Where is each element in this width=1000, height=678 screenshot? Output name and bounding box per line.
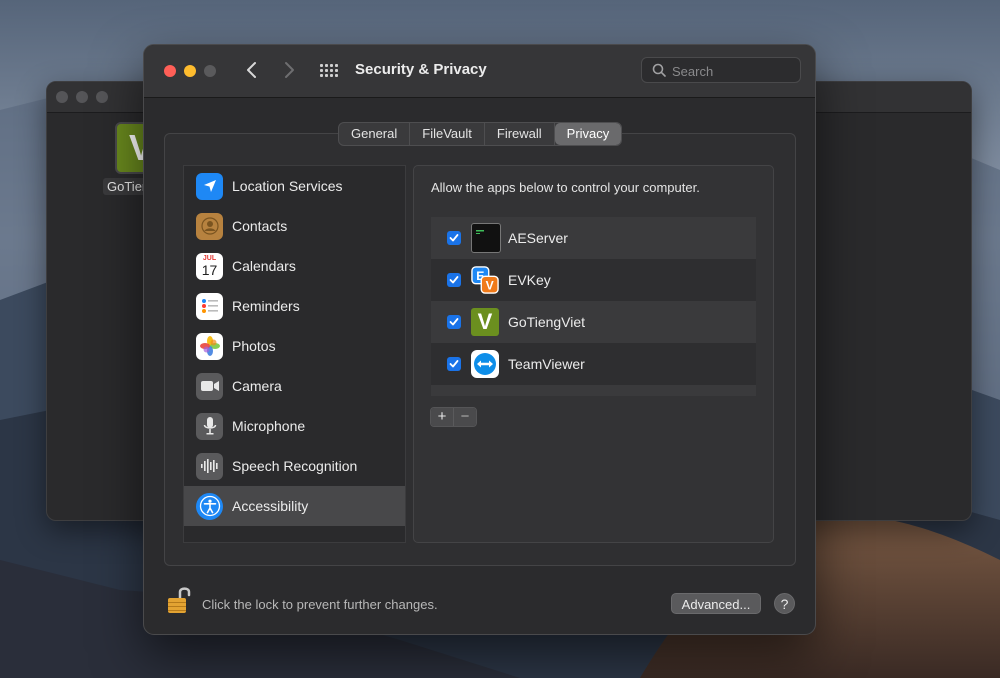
app-checkbox[interactable] <box>447 357 461 371</box>
background-zoom-dot[interactable] <box>96 91 108 103</box>
advanced-button[interactable]: Advanced... <box>671 593 761 614</box>
app-name: AEServer <box>508 230 568 246</box>
checkmark-icon <box>449 276 459 284</box>
tab-general[interactable]: General <box>339 123 411 145</box>
calendar-icon-day: 17 <box>201 261 218 278</box>
unlocked-lock-icon[interactable] <box>167 584 191 616</box>
lock-hint-text: Click the lock to prevent further change… <box>202 597 438 612</box>
waveform-icon <box>196 452 223 480</box>
add-remove-buttons: + − <box>430 407 477 427</box>
app-checkbox[interactable] <box>447 315 461 329</box>
reminders-icon <box>196 292 223 320</box>
gotiengviet-icon: V <box>471 308 499 336</box>
photos-icon <box>196 332 223 360</box>
accessibility-icon <box>196 492 223 520</box>
add-button[interactable]: + <box>431 408 453 426</box>
sidebar-item-accessibility[interactable]: Accessibility <box>184 486 405 526</box>
sidebar-item-label: Contacts <box>232 218 288 234</box>
panel-description: Allow the apps below to control your com… <box>431 180 700 195</box>
sidebar-item-location-services[interactable]: Location Services <box>184 166 405 206</box>
calendar-icon: JUL 17 <box>196 252 223 280</box>
sidebar-item-calendars[interactable]: JUL 17 Calendars <box>184 246 405 286</box>
back-button[interactable] <box>241 59 263 83</box>
forward-button[interactable] <box>278 59 300 83</box>
accessibility-panel: Allow the apps below to control your com… <box>413 165 774 543</box>
sidebar-item-camera[interactable]: Camera <box>184 366 405 406</box>
checkmark-icon <box>449 360 459 368</box>
tab-filevault[interactable]: FileVault <box>410 123 485 145</box>
sidebar-item-label: Camera <box>232 378 282 394</box>
sidebar-item-speech-recognition[interactable]: Speech Recognition <box>184 446 405 486</box>
app-checkbox[interactable] <box>447 231 461 245</box>
chevron-left-icon <box>247 62 256 78</box>
checkmark-icon <box>449 234 459 242</box>
tab-firewall[interactable]: Firewall <box>485 123 555 145</box>
sidebar-item-microphone[interactable]: Microphone <box>184 406 405 446</box>
app-list[interactable]: AEServer E V EVKey V GoTiengViet TeamVie… <box>431 217 756 396</box>
search-icon <box>652 63 666 77</box>
sidebar-item-label: Reminders <box>232 298 300 314</box>
background-minimize-dot[interactable] <box>76 91 88 103</box>
teamviewer-icon <box>471 350 499 378</box>
sidebar-item-label: Speech Recognition <box>232 458 358 474</box>
tab-bar: General FileVault Firewall Privacy <box>338 122 623 146</box>
contacts-icon <box>196 212 223 240</box>
list-item[interactable]: AEServer <box>431 217 756 259</box>
evkey-icon: E V <box>471 266 499 294</box>
tab-privacy[interactable]: Privacy <box>554 123 622 145</box>
svg-text:V: V <box>486 278 494 292</box>
sidebar-item-label: Location Services <box>232 178 343 194</box>
app-name: TeamViewer <box>508 356 585 372</box>
list-item-partial[interactable] <box>431 385 756 396</box>
camera-icon <box>196 372 223 400</box>
privacy-sidebar: Location Services Contacts JUL 17 Calend… <box>183 165 406 543</box>
list-item[interactable]: TeamViewer <box>431 343 756 385</box>
window-title: Security & Privacy <box>355 61 487 78</box>
list-item[interactable]: E V EVKey <box>431 259 756 301</box>
sidebar-item-reminders[interactable]: Reminders <box>184 286 405 326</box>
app-name: EVKey <box>508 272 551 288</box>
sidebar-item-label: Photos <box>232 338 276 354</box>
sidebar-item-label: Accessibility <box>232 498 309 514</box>
checkmark-icon <box>449 318 459 326</box>
microphone-icon <box>196 412 223 440</box>
app-checkbox[interactable] <box>447 273 461 287</box>
help-button[interactable]: ? <box>774 593 795 614</box>
minimize-button[interactable] <box>184 65 196 77</box>
zoom-button[interactable] <box>204 65 216 77</box>
titlebar: Security & Privacy <box>144 45 815 98</box>
chevron-right-icon <box>285 62 294 78</box>
background-close-dot[interactable] <box>56 91 68 103</box>
show-all-grid-icon[interactable] <box>320 64 338 79</box>
sidebar-item-photos[interactable]: Photos <box>184 326 405 366</box>
terminal-icon <box>471 223 501 253</box>
remove-button[interactable]: − <box>453 408 476 426</box>
sidebar-item-contacts[interactable]: Contacts <box>184 206 405 246</box>
close-button[interactable] <box>164 65 176 77</box>
location-arrow-icon <box>196 172 223 200</box>
search-input[interactable] <box>670 61 798 81</box>
search-field[interactable] <box>641 57 801 83</box>
sidebar-item-label: Calendars <box>232 258 296 274</box>
list-item[interactable]: V GoTiengViet <box>431 301 756 343</box>
app-name: GoTiengViet <box>508 314 586 330</box>
security-privacy-window: Security & Privacy General FileVault Fir… <box>143 44 816 635</box>
sidebar-item-label: Microphone <box>232 418 306 434</box>
